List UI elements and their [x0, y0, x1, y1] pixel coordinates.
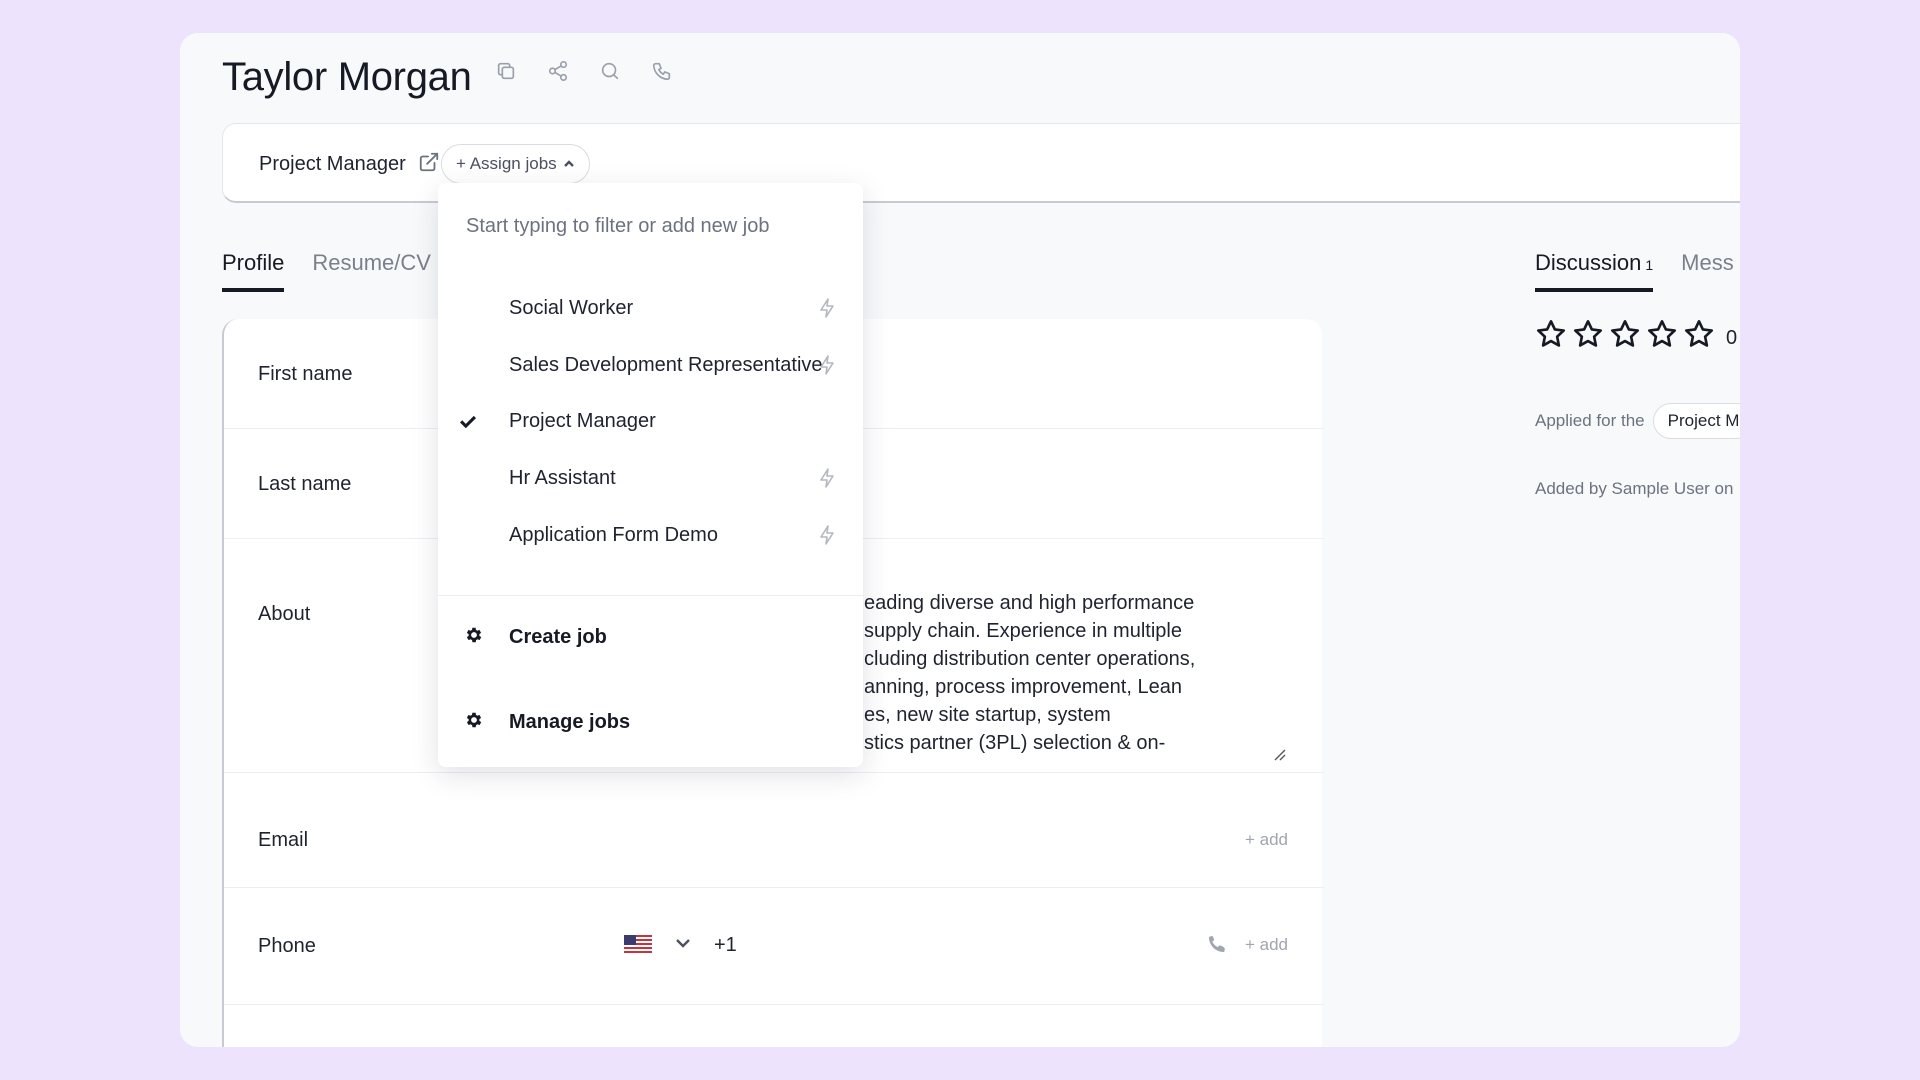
- chevron-up-icon: [563, 160, 574, 167]
- dropdown-item-label: Sales Development Representative: [509, 354, 823, 376]
- checkmark-icon: [458, 412, 478, 432]
- external-link-icon[interactable]: [418, 151, 442, 175]
- candidate-window: Taylor Morgan Project Manager + Assign j…: [180, 33, 1740, 1047]
- email-label: Email: [258, 829, 309, 851]
- manage-jobs-button[interactable]: Manage jobs: [438, 698, 863, 748]
- gear-icon: [464, 710, 484, 735]
- header-icon-bar: [490, 55, 678, 87]
- dropdown-item-label: Project Manager: [509, 410, 656, 432]
- tab-profile[interactable]: Profile: [222, 250, 285, 292]
- email-add-link[interactable]: + add: [1245, 830, 1288, 850]
- create-job-button[interactable]: Create job: [438, 613, 863, 663]
- phone-add-link[interactable]: + add: [1245, 935, 1288, 955]
- us-flag-icon[interactable]: [624, 935, 652, 953]
- star-icon[interactable]: [1535, 318, 1567, 350]
- profile-tabs: Profile Resume/CV: [222, 250, 431, 292]
- chevron-down-icon[interactable]: [674, 934, 692, 957]
- bolt-icon: [817, 297, 837, 324]
- tab-resume[interactable]: Resume/CV: [312, 250, 431, 292]
- manage-jobs-label: Manage jobs: [509, 711, 631, 733]
- assigned-job-label[interactable]: Project Manager: [259, 153, 406, 176]
- last-name-label: Last name: [258, 473, 352, 495]
- rating-stars: [1535, 318, 1715, 350]
- create-job-label: Create job: [509, 626, 607, 648]
- job-filter-input[interactable]: [466, 215, 826, 238]
- assign-jobs-dropdown: Social Worker Sales Development Represen…: [438, 183, 863, 767]
- email-row: Email + add: [224, 773, 1324, 888]
- gear-icon: [464, 625, 484, 650]
- about-textarea[interactable]: eading diverse and high performance supp…: [864, 589, 1204, 759]
- dropdown-item-job[interactable]: Application Form Demo: [438, 513, 863, 559]
- rating-count: 0: [1726, 327, 1738, 349]
- about-label: About: [258, 603, 311, 625]
- discussion-count: 1: [1645, 257, 1654, 273]
- dropdown-divider: [438, 595, 863, 596]
- dropdown-item-label: Application Form Demo: [509, 524, 718, 546]
- applied-job-pill[interactable]: Project M: [1652, 403, 1740, 439]
- dropdown-item-job-selected[interactable]: Project Manager: [438, 399, 863, 445]
- dropdown-item-label: Social Worker: [509, 297, 634, 319]
- star-icon[interactable]: [1683, 318, 1715, 350]
- discussion-tabs: Discussion 1 Mess: [1535, 250, 1734, 292]
- phone-country-code: +1: [714, 934, 737, 956]
- phone-icon[interactable]: [646, 55, 678, 87]
- phone-small-icon: [1208, 935, 1226, 958]
- bolt-icon: [817, 467, 837, 494]
- assign-jobs-button[interactable]: + Assign jobs: [441, 144, 590, 184]
- added-by-text: Added by Sample User on: [1535, 479, 1734, 498]
- dropdown-item-job[interactable]: Social Worker: [438, 286, 863, 332]
- tab-discussion[interactable]: Discussion 1: [1535, 250, 1654, 292]
- phone-label: Phone: [258, 935, 316, 957]
- copy-icon[interactable]: [490, 55, 522, 87]
- dropdown-item-job[interactable]: Sales Development Representative: [438, 343, 863, 389]
- resize-handle-icon[interactable]: [1272, 747, 1286, 761]
- dropdown-item-job[interactable]: Hr Assistant: [438, 456, 863, 502]
- assign-jobs-label: + Assign jobs: [456, 154, 557, 173]
- star-icon[interactable]: [1572, 318, 1604, 350]
- search-icon[interactable]: [594, 55, 626, 87]
- star-icon[interactable]: [1609, 318, 1641, 350]
- bolt-icon: [817, 354, 837, 381]
- bolt-icon: [817, 524, 837, 551]
- phone-row: Phone +1 + add: [224, 888, 1324, 1005]
- dropdown-item-label: Hr Assistant: [509, 467, 616, 489]
- candidate-name: Taylor Morgan: [222, 55, 472, 99]
- share-icon[interactable]: [542, 55, 574, 87]
- tab-discussion-label: Discussion: [1535, 250, 1642, 275]
- first-name-label: First name: [258, 363, 353, 385]
- applied-for: Applied for the Project M: [1535, 403, 1740, 439]
- applied-prefix: Applied for the: [1535, 411, 1645, 430]
- tab-messages[interactable]: Mess: [1681, 250, 1734, 292]
- star-icon[interactable]: [1646, 318, 1678, 350]
